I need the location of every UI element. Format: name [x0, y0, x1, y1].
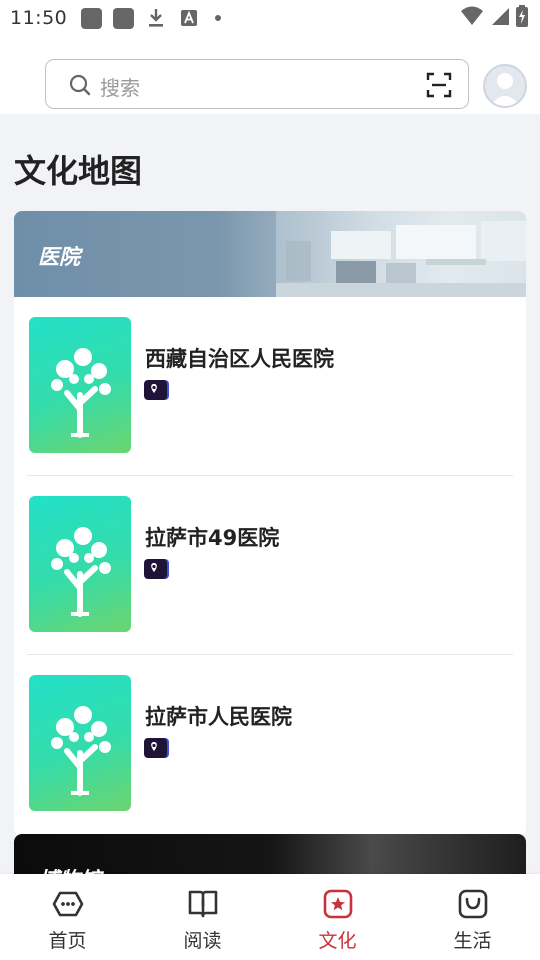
hospital-room-image — [276, 211, 526, 297]
item-name: 拉萨市人民医院 — [145, 705, 292, 729]
app-square-icon — [81, 7, 103, 29]
nav-item-culture[interactable]: 文化 — [270, 874, 405, 960]
tree-logo-icon — [51, 348, 111, 438]
list-item[interactable]: 西藏自治区人民医院 — [14, 297, 526, 476]
nav-item-life[interactable]: 生活 — [405, 874, 540, 960]
signal-icon — [490, 6, 510, 30]
nav-label: 文化 — [318, 930, 357, 952]
search-placeholder: 搜索 — [100, 76, 140, 100]
nav-item-read[interactable]: 阅读 — [135, 874, 270, 960]
shopping-bag-icon — [458, 889, 487, 919]
battery-charging-icon — [516, 5, 528, 31]
tree-logo-icon — [51, 527, 111, 617]
item-thumbnail — [29, 496, 131, 632]
download-icon — [145, 7, 167, 29]
dot-icon — [215, 15, 222, 21]
bottom-nav: 首页 阅读 文化 生活 — [0, 874, 540, 960]
nav-label: 生活 — [453, 930, 492, 952]
book-icon — [188, 890, 217, 918]
category-card-hospital: 医院 西藏自治区人民医院 拉萨市49医院 拉萨市人民医院 — [14, 211, 526, 836]
status-bar: 11:50 — [0, 0, 540, 36]
avatar[interactable] — [483, 64, 527, 108]
item-thumbnail — [29, 675, 131, 811]
status-time: 11:50 — [10, 7, 68, 29]
wifi-icon — [460, 6, 484, 30]
home-icon — [52, 891, 83, 917]
nav-label: 阅读 — [183, 930, 222, 952]
location-pin-icon — [144, 559, 167, 579]
category-label: 医院 — [38, 245, 80, 269]
search-header: 搜索 — [0, 36, 540, 114]
search-icon — [68, 73, 92, 97]
text-a-icon — [178, 7, 200, 29]
list-item[interactable]: 拉萨市人民医院 — [14, 655, 526, 834]
item-thumbnail — [29, 317, 131, 453]
nav-label: 首页 — [48, 930, 87, 952]
scan-icon[interactable] — [426, 72, 452, 98]
page-title: 文化地图 — [14, 152, 143, 190]
category-banner[interactable]: 医院 — [14, 211, 526, 297]
item-name: 拉萨市49医院 — [145, 526, 280, 550]
list-item[interactable]: 拉萨市49医院 — [14, 476, 526, 655]
culture-star-icon — [323, 889, 352, 919]
tree-logo-icon — [51, 706, 111, 796]
item-name: 西藏自治区人民医院 — [145, 347, 334, 371]
location-pin-icon — [144, 380, 167, 400]
location-pin-icon — [144, 738, 167, 758]
search-input[interactable]: 搜索 — [45, 59, 469, 109]
app-square-icon — [113, 7, 135, 29]
nav-item-home[interactable]: 首页 — [0, 874, 135, 960]
